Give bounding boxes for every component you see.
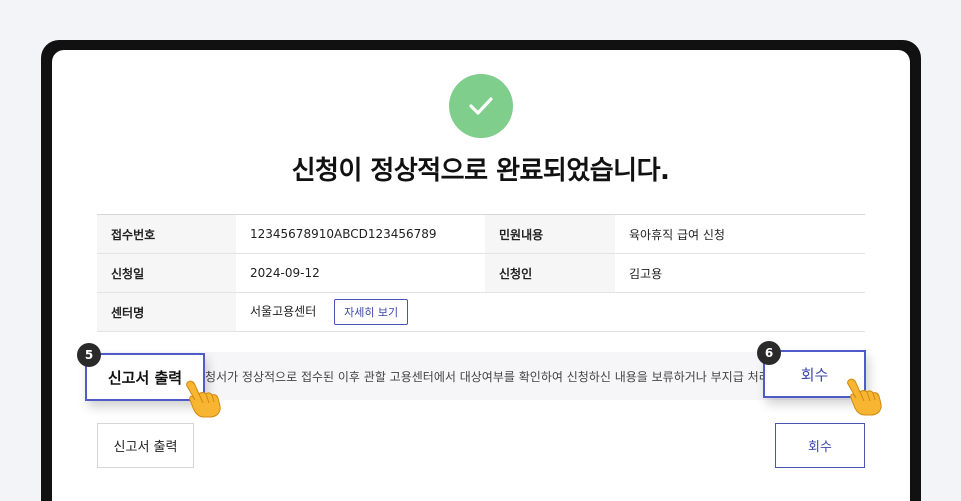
table-row: 접수번호 12345678910ABCD123456789 민원내용 육아휴직 … [97,214,865,254]
apply-date-value: 2024-09-12 [236,253,485,293]
application-info-table: 접수번호 12345678910ABCD123456789 민원내용 육아휴직 … [97,214,865,332]
table-row: 신청일 2024-09-12 신청인 김고용 [97,253,865,293]
detail-view-button[interactable]: 자세히 보기 [334,299,409,325]
applicant-value: 김고용 [615,253,865,293]
table-row: 센터명 서울고용센터 자세히 보기 [97,292,865,332]
pointing-hand-icon [847,378,882,416]
recall-button[interactable]: 회수 [775,423,865,468]
applicant-label: 신청인 [485,253,615,293]
success-check-icon [449,74,513,138]
center-value: 서울고용센터 [250,304,317,319]
receipt-no-value: 12345678910ABCD123456789 [236,214,485,254]
print-report-button[interactable]: 신고서 출력 [97,423,194,468]
step-badge-5: 5 [77,343,101,367]
page-title: 신청이 정상적으로 완료되었습니다. [291,156,670,186]
center-cell: 서울고용센터 자세히 보기 [236,292,865,332]
apply-date-label: 신청일 [97,253,236,293]
step-badge-6: 6 [757,341,781,365]
center-label: 센터명 [97,292,236,332]
petition-value: 육아휴직 급여 신청 [615,214,865,254]
receipt-no-label: 접수번호 [97,214,236,254]
petition-label: 민원내용 [485,214,615,254]
pointing-hand-icon [186,380,221,418]
